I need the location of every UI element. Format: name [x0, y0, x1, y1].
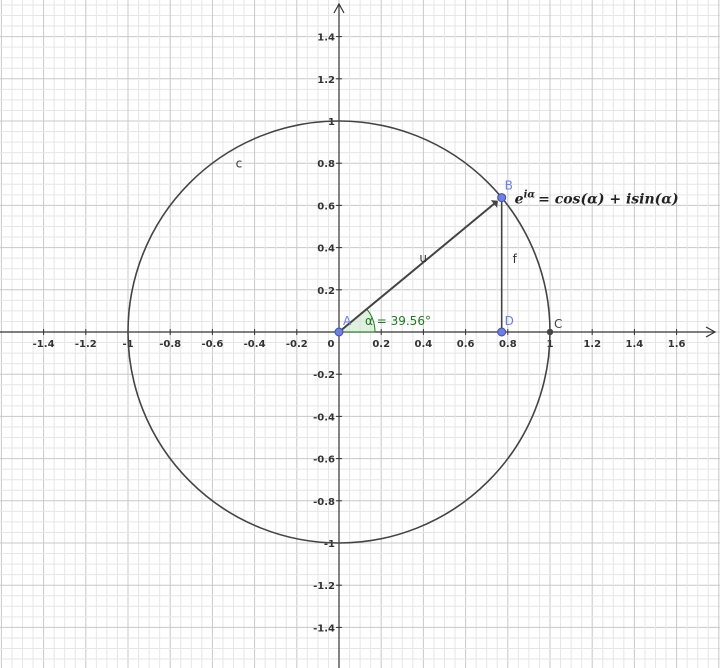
y-tick-label: 0.6 [317, 201, 335, 212]
grid [0, 0, 720, 668]
y-tick-label: 1 [328, 117, 335, 128]
x-tick-label: -0.8 [159, 339, 181, 350]
diagram-canvas[interactable]: -1.4 -1.2 -1 -0.8 -0.6 -0.4 -0.2 0 0.2 0.4 0.6 0.8 1… [0, 0, 720, 668]
y-tick-label: 0.4 [317, 244, 335, 255]
vector-u[interactable] [338, 200, 498, 333]
y-tick-label: 0.8 [317, 159, 335, 170]
y-tick-label: 0.2 [317, 286, 335, 297]
point-b-label: B [505, 179, 513, 193]
y-tick-label: -1.4 [313, 623, 335, 634]
segment-f-label: f [513, 252, 518, 266]
unit-circle-diagram: -1.4 -1.2 -1 -0.8 -0.6 -0.4 -0.2 0 0.2 0.4 0.6 0.8 1… [0, 0, 720, 668]
point-d-label: D [505, 314, 514, 328]
x-tick-label: 0 [328, 339, 335, 350]
formula-rhs: = cos(α) + isin(α) [538, 192, 679, 208]
x-tick-label: -0.6 [201, 339, 223, 350]
y-tick-label: 1.4 [317, 33, 335, 44]
point-c[interactable] [546, 328, 554, 336]
y-tick-label: -1 [324, 539, 335, 550]
vector-u-label: u [419, 251, 427, 265]
point-d[interactable] [497, 327, 507, 337]
x-tick-label: 0.8 [499, 339, 517, 350]
x-tick-label: -1.4 [33, 339, 55, 350]
angle-alpha-label: α = 39.56° [365, 314, 431, 328]
y-tick-label: -0.2 [313, 370, 335, 381]
point-a-label: A [343, 314, 352, 328]
x-tick-label: 0.6 [457, 339, 475, 350]
formula-exponent: iα [524, 190, 536, 201]
y-tick-label: -0.6 [313, 455, 335, 466]
y-tick-label: 1.2 [317, 75, 335, 86]
point-b[interactable] [497, 193, 507, 203]
y-tick-label: -0.4 [313, 412, 335, 423]
x-tick-label: -0.2 [286, 339, 308, 350]
x-tick-label: 0.4 [415, 339, 433, 350]
x-tick-label: -1.2 [75, 339, 97, 350]
x-tick-label: 1.6 [668, 339, 686, 350]
y-tick-label: -0.8 [313, 497, 335, 508]
x-tick-label: 1.4 [626, 339, 644, 350]
x-tick-label: 1.2 [583, 339, 601, 350]
point-c-label: C [554, 317, 562, 331]
formula-base: e [515, 192, 524, 208]
circle-label: c [236, 156, 243, 170]
y-tick-label: -1.2 [313, 581, 335, 592]
euler-formula: eiα = cos(α) + isin(α) [515, 190, 679, 208]
point-a[interactable] [334, 327, 344, 337]
x-tick-label: -0.4 [244, 339, 266, 350]
x-tick-label: 0.2 [372, 339, 390, 350]
